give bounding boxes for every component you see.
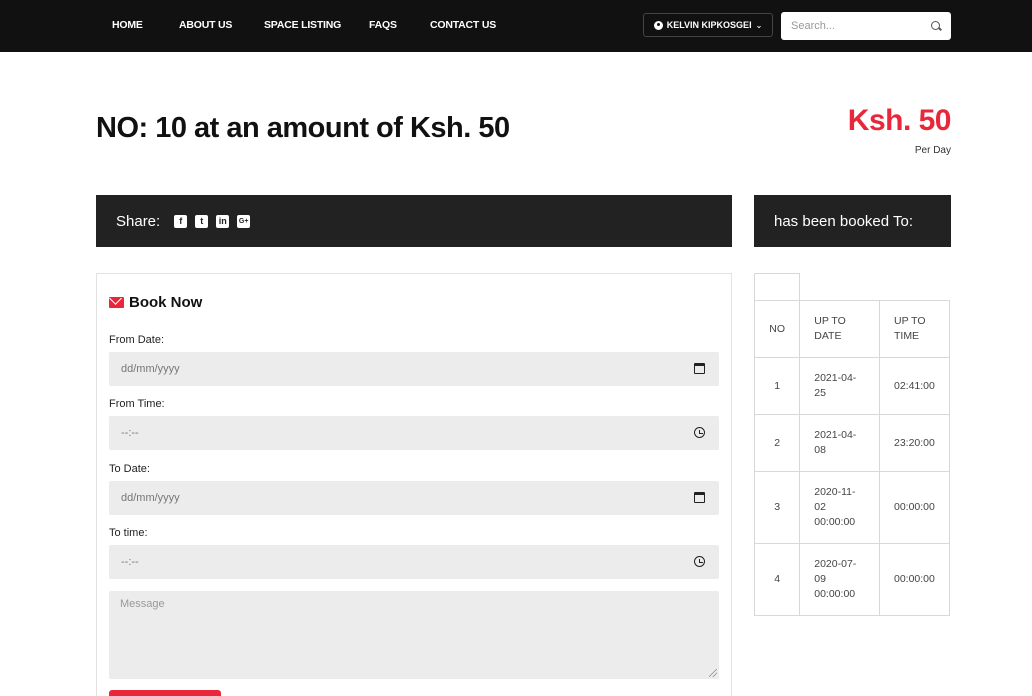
nav-space-listing-link[interactable]: SPACE LISTING xyxy=(264,19,341,31)
row-date: 2021-04-08 xyxy=(799,414,880,472)
user-circle-icon xyxy=(653,20,663,30)
table-row: 4 2020-07-09 00:00:00 00:00:00 xyxy=(753,543,951,616)
nav-faqs-link[interactable]: FAQS xyxy=(369,19,397,31)
booked-heading: has been booked To: xyxy=(754,195,951,247)
bookings-table: NO UP TO DATE UP TO TIME 1 2021-04-25 02… xyxy=(753,300,951,616)
table-header-row: NO UP TO DATE UP TO TIME xyxy=(753,300,951,358)
to-date-field[interactable]: dd/mm/yyyy xyxy=(109,481,719,515)
envelope-icon xyxy=(109,297,124,308)
to-time-placeholder: --:-- xyxy=(121,556,139,568)
from-date-label: From Date: xyxy=(109,334,165,346)
price-value: Ksh. 50 xyxy=(847,104,952,137)
message-placeholder: Message xyxy=(120,598,165,610)
column-header-no: NO xyxy=(753,300,801,358)
from-time-label: From Time: xyxy=(109,398,165,410)
row-no: 3 xyxy=(753,471,801,544)
form-heading: Book Now xyxy=(109,294,202,311)
search-box xyxy=(781,12,951,40)
column-header-date: UP TO DATE xyxy=(799,300,880,358)
message-textarea[interactable]: Message xyxy=(109,591,719,679)
search-input[interactable] xyxy=(781,12,921,40)
to-date-placeholder: dd/mm/yyyy xyxy=(121,492,180,504)
row-no: 1 xyxy=(753,357,801,415)
row-no: 2 xyxy=(753,414,801,472)
price-unit: Per Day xyxy=(914,145,951,156)
row-date: 2020-07-09 00:00:00 xyxy=(799,543,880,616)
resize-grip-icon[interactable] xyxy=(709,669,717,677)
row-date: 2021-04-25 xyxy=(799,357,880,415)
chevron-down-icon: ⌄ xyxy=(755,20,763,30)
from-date-field[interactable]: dd/mm/yyyy xyxy=(109,352,719,386)
submit-button[interactable] xyxy=(109,690,221,696)
from-time-placeholder: --:-- xyxy=(121,427,139,439)
clock-icon[interactable] xyxy=(694,556,705,567)
table-row: 1 2021-04-25 02:41:00 xyxy=(753,357,951,415)
share-bar: Share: f t in G+ xyxy=(96,195,732,247)
nav-about-link[interactable]: ABOUT US xyxy=(179,19,232,31)
to-date-label: To Date: xyxy=(109,463,150,475)
form-heading-label: Book Now xyxy=(129,294,203,311)
table-row: 3 2020-11-02 00:00:00 00:00:00 xyxy=(753,471,951,544)
row-date: 2020-11-02 00:00:00 xyxy=(799,471,880,544)
nav-contact-link[interactable]: CONTACT US xyxy=(430,19,496,31)
row-time: 02:41:00 xyxy=(878,357,951,415)
calendar-icon[interactable] xyxy=(694,363,705,374)
from-date-placeholder: dd/mm/yyyy xyxy=(121,363,180,375)
column-header-time: UP TO TIME xyxy=(878,300,951,358)
nav-home-link[interactable]: HOME xyxy=(112,19,143,31)
row-time: 23:20:00 xyxy=(878,414,951,472)
table-row: 2 2021-04-08 23:20:00 xyxy=(753,414,951,472)
google-plus-icon[interactable]: G+ xyxy=(237,214,251,228)
facebook-icon[interactable]: f xyxy=(174,214,188,228)
row-time: 00:00:00 xyxy=(878,543,951,616)
search-icon[interactable] xyxy=(931,21,940,30)
top-navbar: HOME ABOUT US SPACE LISTING FAQS CONTACT… xyxy=(0,0,1032,52)
row-time: 00:00:00 xyxy=(878,471,951,544)
twitter-icon[interactable]: t xyxy=(195,214,209,228)
page-title: NO: 10 at an amount of Ksh. 50 xyxy=(96,112,510,144)
clock-icon[interactable] xyxy=(694,427,705,438)
row-no: 4 xyxy=(753,543,801,616)
table-header-spacer xyxy=(754,273,800,301)
from-time-field[interactable]: --:-- xyxy=(109,416,719,450)
user-menu-button[interactable]: KELVIN KIPKOSGEI ⌄ xyxy=(643,13,773,37)
share-label: Share: xyxy=(116,212,161,230)
calendar-icon[interactable] xyxy=(694,492,705,503)
user-name: KELVIN KIPKOSGEI xyxy=(666,20,752,30)
linkedin-icon[interactable]: in xyxy=(216,214,230,228)
to-time-field[interactable]: --:-- xyxy=(109,545,719,579)
to-time-label: To time: xyxy=(109,527,148,539)
booking-form: Book Now From Date: dd/mm/yyyy From Time… xyxy=(96,273,732,696)
